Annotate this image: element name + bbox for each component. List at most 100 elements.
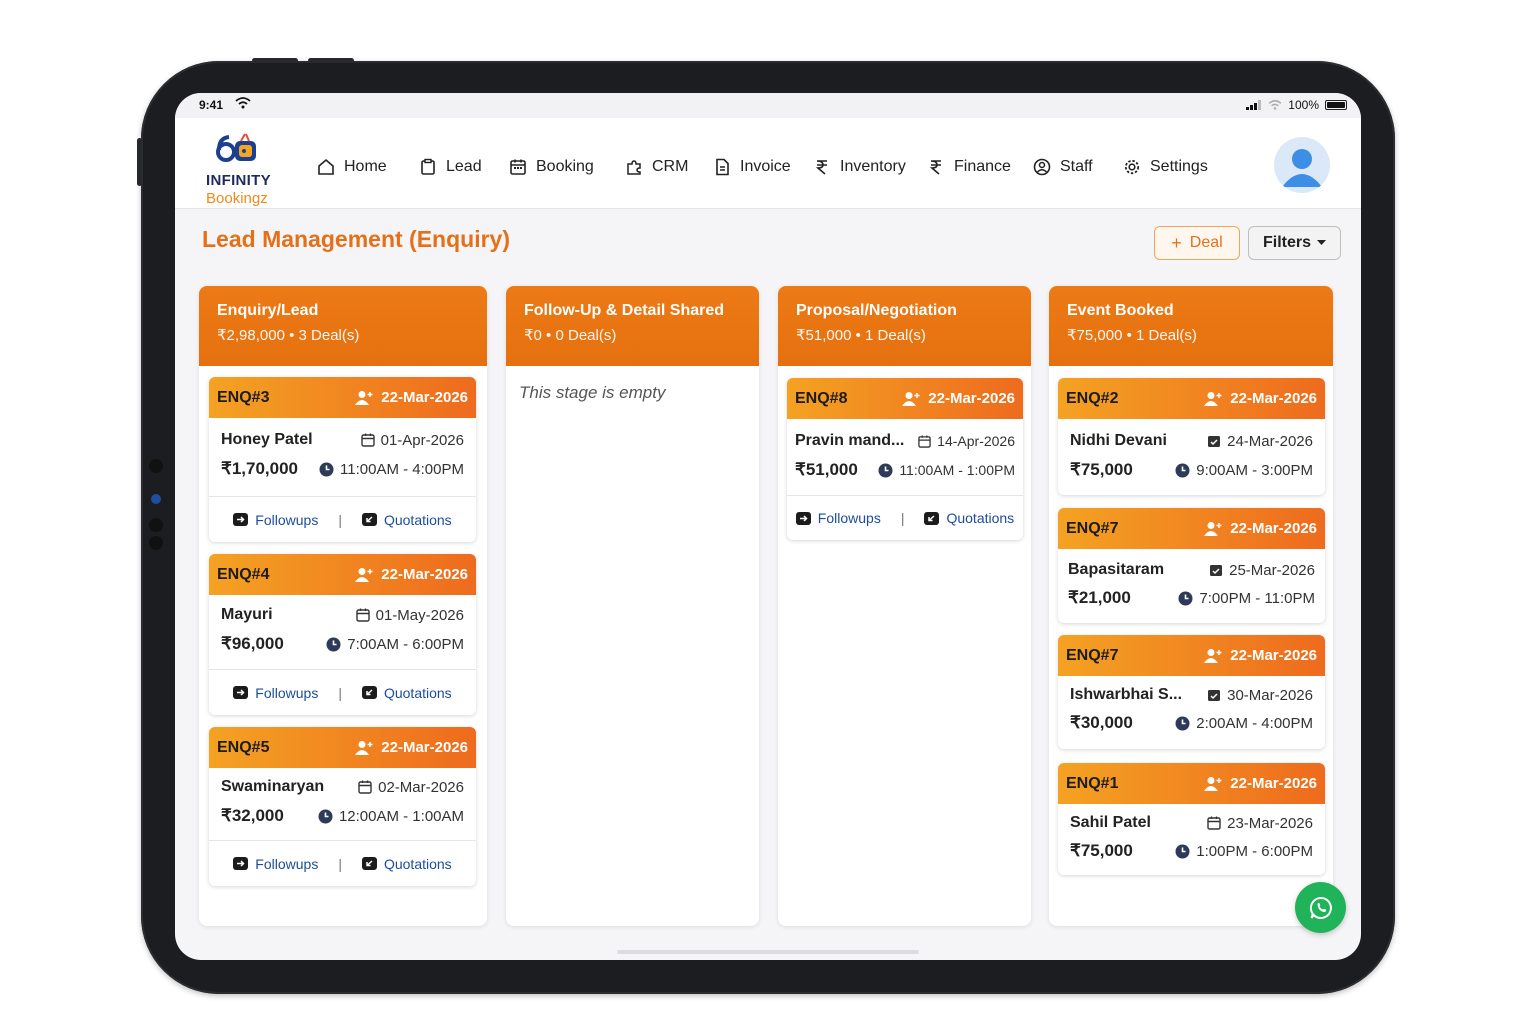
document-icon: [716, 158, 729, 176]
nav-booking-label: Booking: [536, 158, 594, 175]
nav-lead[interactable]: Lead: [419, 158, 482, 176]
nav-settings[interactable]: Settings: [1123, 158, 1208, 176]
quotations-label: Quotations: [383, 684, 452, 701]
user-add-icon: [355, 740, 373, 755]
nav-staff[interactable]: Staff: [1033, 158, 1093, 176]
whatsapp-button[interactable]: [1295, 882, 1346, 933]
deal-card[interactable]: ENQ#8 22-Mar-2026 Pravin mand... 14-Apr-…: [787, 378, 1023, 540]
deal-amount: ₹75,000: [1070, 460, 1133, 479]
deal-card-actions: Followups | Quotations: [787, 495, 1023, 540]
event-date-text: 01-May-2026: [375, 606, 464, 624]
brand-name: INFINITY: [206, 172, 271, 189]
event-date-text: 14-Apr-2026: [937, 433, 1015, 449]
user-add-icon: [355, 390, 373, 405]
customer-name: Pravin mand...: [795, 432, 905, 449]
quotations-link[interactable]: Quotations: [361, 684, 452, 701]
wifi-icon: [1268, 100, 1282, 110]
battery-percent: 100%: [1288, 98, 1319, 112]
event-time: 9:00AM - 3:00PM: [1175, 462, 1313, 479]
deal-card[interactable]: ENQ#2 22-Mar-2026 Nidhi Devani 24-Mar-20…: [1058, 378, 1325, 495]
filters-button[interactable]: Filters: [1248, 226, 1341, 260]
quotation-icon: [924, 511, 940, 525]
nav-crm[interactable]: CRM: [625, 158, 688, 176]
separator: |: [338, 855, 342, 872]
enquiry-id: ENQ#7: [1066, 519, 1119, 537]
event-date-text: 24-Mar-2026: [1227, 432, 1313, 450]
deal-card[interactable]: ENQ#4 22-Mar-2026 Mayuri 01-May-2026 ₹96…: [209, 554, 476, 715]
stage-title: Proposal/Negotiation: [796, 302, 957, 319]
app-screen: 9:41 100% INFINITY Bookingz Home Lead Bo…: [175, 93, 1361, 960]
deal-amount: ₹21,000: [1068, 588, 1131, 607]
stage-title: Enquiry/Lead: [217, 302, 319, 319]
customer-name: Honey Patel: [221, 431, 313, 448]
event-date: 14-Apr-2026: [918, 433, 1015, 449]
followups-link[interactable]: Followups: [233, 856, 318, 872]
quotation-icon: [361, 686, 377, 699]
event-time: 2:00AM - 4:00PM: [1175, 715, 1313, 732]
nav-lead-label: Lead: [446, 158, 482, 175]
event-date: 01-May-2026: [355, 606, 464, 624]
nav-inventory[interactable]: Inventory: [813, 158, 906, 176]
followups-link[interactable]: Followups: [795, 510, 881, 526]
created-date-text: 22-Mar-2026: [381, 566, 468, 583]
caret-down-icon: [1317, 240, 1326, 245]
puzzle-icon: [627, 160, 641, 175]
quotations-link[interactable]: Quotations: [361, 512, 452, 528]
deal-card-actions: Followups | Quotations: [209, 669, 476, 715]
event-date: 25-Mar-2026: [1209, 562, 1315, 579]
separator: |: [338, 684, 342, 701]
calendar-icon: [355, 608, 370, 622]
event-date-text: 25-Mar-2026: [1229, 561, 1315, 579]
user-avatar[interactable]: [1274, 137, 1330, 193]
clock-icon: [878, 463, 893, 477]
nav-home[interactable]: Home: [317, 158, 387, 176]
status-bar: 9:41 100%: [175, 93, 1361, 118]
event-date-text: 30-Mar-2026: [1227, 686, 1313, 704]
followups-link[interactable]: Followups: [233, 685, 318, 701]
deal-card[interactable]: ENQ#7 22-Mar-2026 Ishwarbhai S... 30-Mar…: [1058, 635, 1325, 749]
home-icon: [318, 158, 334, 175]
stage-summary: ₹51,000 • 1 Deal(s): [796, 327, 926, 344]
customer-name: Ishwarbhai S...: [1070, 686, 1183, 703]
created-date-text: 22-Mar-2026: [1230, 520, 1317, 537]
deal-card-header: ENQ#7 22-Mar-2026: [1058, 508, 1325, 549]
deal-card[interactable]: ENQ#1 22-Mar-2026 Sahil Patel 23-Mar-202…: [1058, 763, 1325, 875]
followups-link[interactable]: Followups: [233, 512, 318, 528]
deal-card[interactable]: ENQ#5 22-Mar-2026 Swaminaryan 02-Mar-202…: [209, 727, 476, 886]
nav-booking[interactable]: Booking: [509, 158, 594, 176]
calendar-check-icon: [1210, 565, 1223, 576]
quotations-link[interactable]: Quotations: [924, 510, 1014, 526]
add-deal-button[interactable]: + Deal: [1154, 226, 1240, 260]
nav-invoice[interactable]: Invoice: [713, 158, 791, 176]
event-date: 30-Mar-2026: [1207, 687, 1313, 704]
stage-header: Enquiry/Lead ₹2,98,000 • 3 Deal(s): [199, 286, 487, 366]
followups-label: Followups: [255, 684, 319, 701]
deal-amount: ₹75,000: [1070, 841, 1133, 860]
filters-label: Filters: [1262, 234, 1311, 251]
quotations-label: Quotations: [383, 855, 452, 872]
nav-home-label: Home: [344, 158, 387, 175]
created-date: 22-Mar-2026: [1204, 647, 1317, 664]
deal-card-header: ENQ#1 22-Mar-2026: [1058, 763, 1325, 804]
followups-label: Followups: [255, 855, 319, 872]
event-time: 7:00AM - 6:00PM: [326, 636, 464, 653]
clock-icon: [318, 809, 333, 823]
created-date-text: 22-Mar-2026: [381, 389, 468, 406]
created-date: 22-Mar-2026: [1204, 520, 1317, 537]
deal-card[interactable]: ENQ#7 22-Mar-2026 Bapasitaram 25-Mar-202…: [1058, 508, 1325, 623]
event-time: 11:00AM - 1:00PM: [878, 462, 1015, 478]
followup-icon: [233, 857, 249, 870]
separator: |: [900, 510, 905, 526]
deal-card[interactable]: ENQ#3 22-Mar-2026 Honey Patel 01-Apr-202…: [209, 377, 476, 542]
clock-icon: [1175, 844, 1190, 858]
stage-title: Event Booked: [1067, 302, 1174, 319]
home-indicator: [617, 950, 919, 954]
enquiry-id: ENQ#1: [1066, 774, 1119, 792]
created-date: 22-Mar-2026: [355, 739, 468, 756]
nav-finance[interactable]: Finance: [927, 158, 1011, 176]
quotations-link[interactable]: Quotations: [361, 855, 452, 872]
deal-card-header: ENQ#4 22-Mar-2026: [209, 554, 476, 595]
stage-header: Event Booked ₹75,000 • 1 Deal(s): [1049, 286, 1333, 366]
followup-icon: [233, 513, 249, 526]
rupee-icon: [815, 160, 827, 175]
